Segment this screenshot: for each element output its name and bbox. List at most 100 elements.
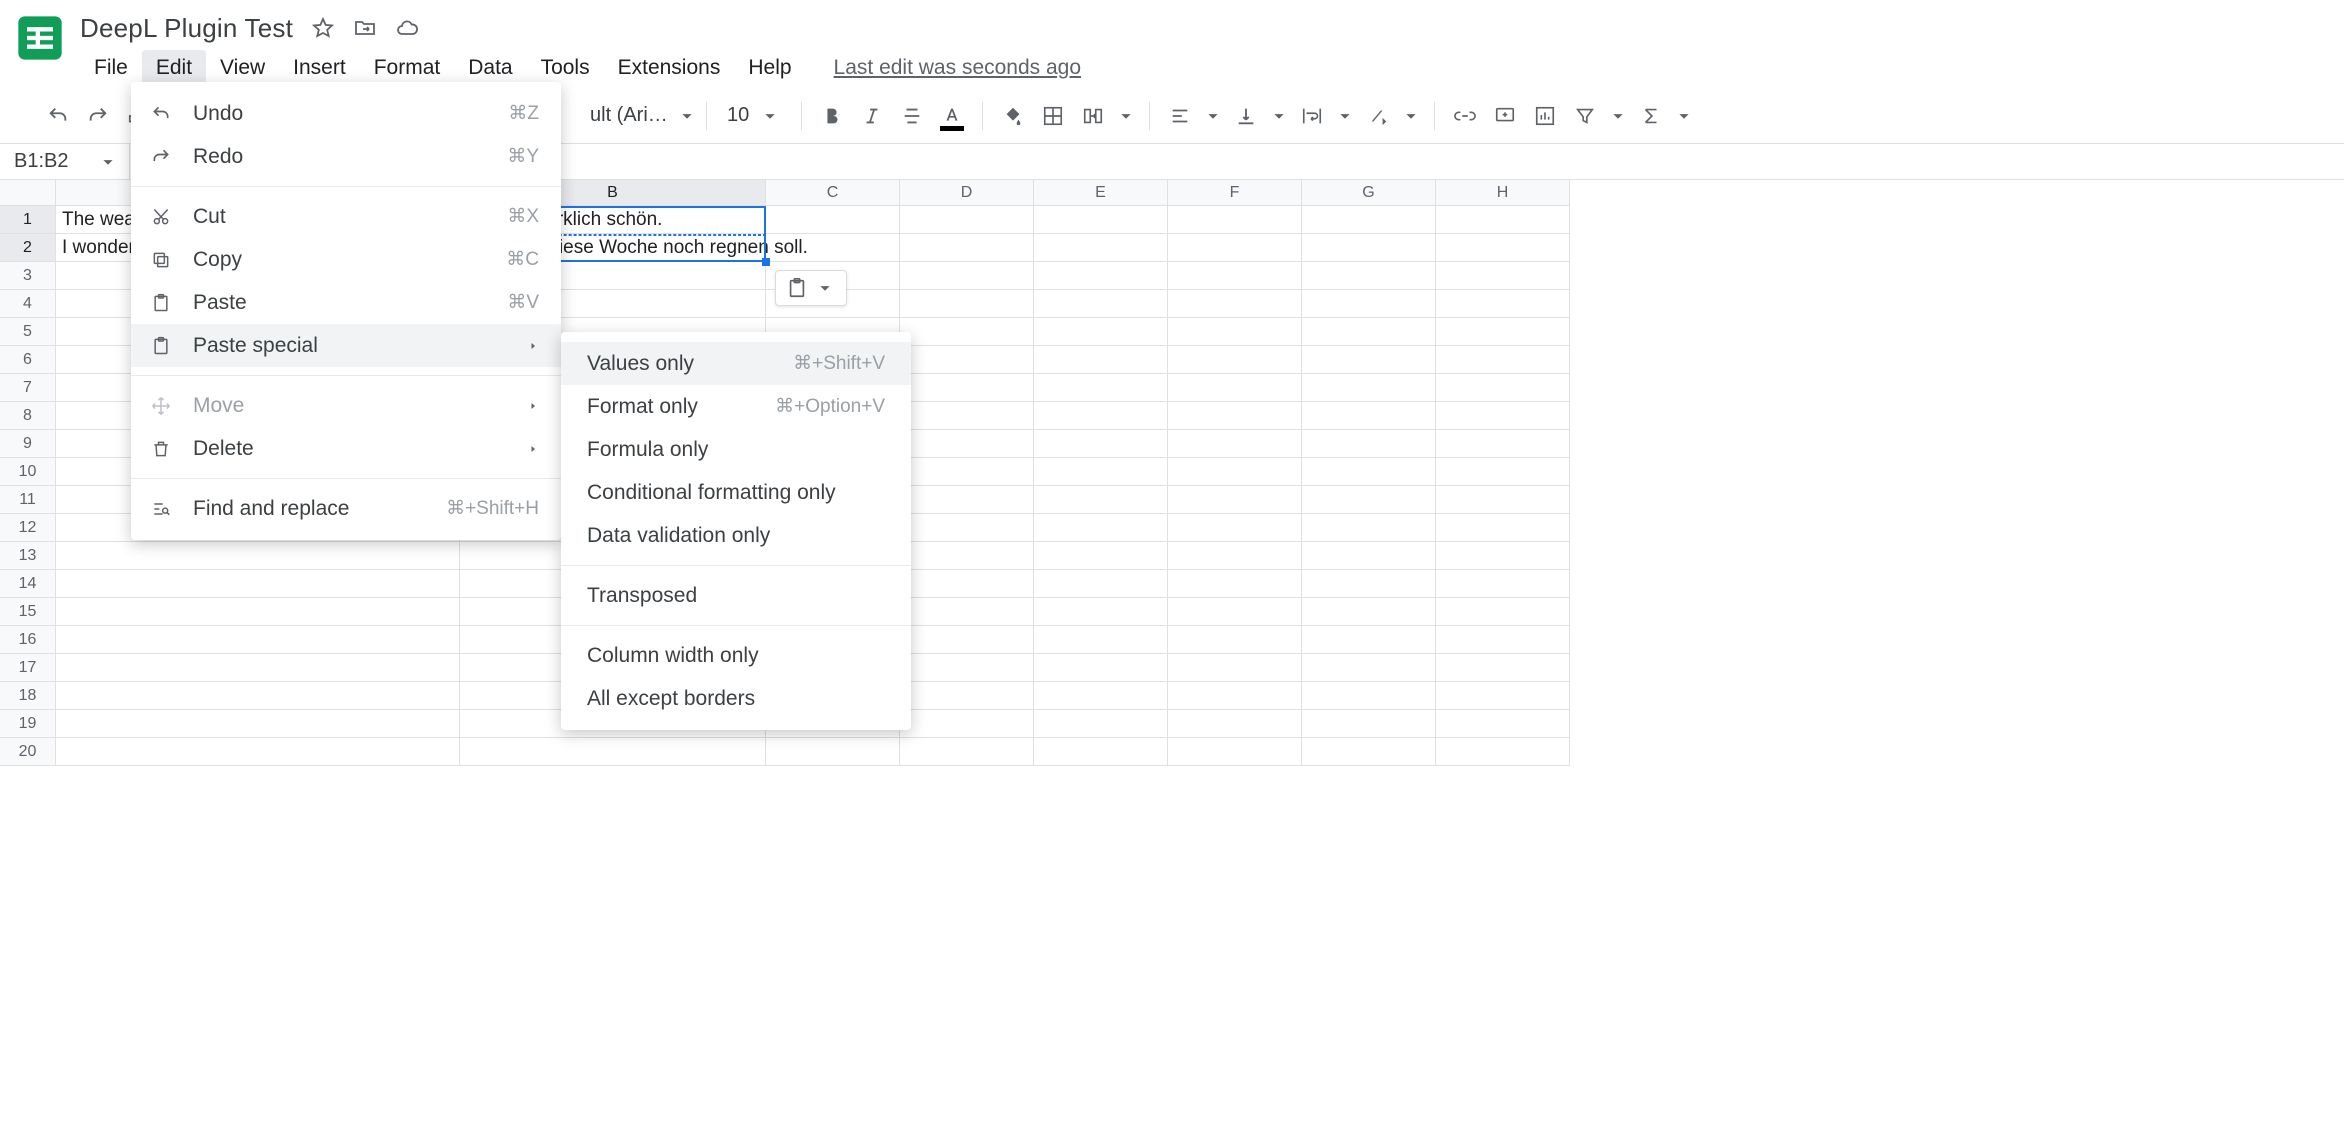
cell-D1[interactable] <box>900 206 1034 234</box>
cell-H11[interactable] <box>1436 486 1570 514</box>
row-header-7[interactable]: 7 <box>0 374 56 402</box>
edit-menu-redo[interactable]: Redo⌘Y <box>131 135 561 178</box>
cell-G1[interactable] <box>1302 206 1436 234</box>
cell-G16[interactable] <box>1302 626 1436 654</box>
filter-dropdown-icon[interactable] <box>1607 105 1629 127</box>
row-header-17[interactable]: 17 <box>0 654 56 682</box>
insert-link-button[interactable] <box>1447 98 1483 134</box>
cell-D4[interactable] <box>900 290 1034 318</box>
insert-chart-button[interactable] <box>1527 98 1563 134</box>
cell-H3[interactable] <box>1436 262 1570 290</box>
edit-menu-paste-special[interactable]: Paste special <box>131 324 561 367</box>
borders-button[interactable] <box>1035 98 1071 134</box>
cell-F5[interactable] <box>1168 318 1302 346</box>
cell-E15[interactable] <box>1034 598 1168 626</box>
menu-help[interactable]: Help <box>734 50 805 86</box>
rotate-dropdown-icon[interactable] <box>1400 105 1422 127</box>
row-header-10[interactable]: 10 <box>0 458 56 486</box>
cell-E11[interactable] <box>1034 486 1168 514</box>
cell-F17[interactable] <box>1168 654 1302 682</box>
row-header-16[interactable]: 16 <box>0 626 56 654</box>
edit-menu-delete[interactable]: Delete <box>131 427 561 470</box>
functions-dropdown-icon[interactable] <box>1673 105 1695 127</box>
cell-D12[interactable] <box>900 514 1034 542</box>
cell-E18[interactable] <box>1034 682 1168 710</box>
cell-E17[interactable] <box>1034 654 1168 682</box>
cell-H18[interactable] <box>1436 682 1570 710</box>
cell-A14[interactable] <box>56 570 460 598</box>
merge-cells-button[interactable] <box>1075 98 1111 134</box>
cell-E9[interactable] <box>1034 430 1168 458</box>
cloud-status-icon[interactable] <box>395 16 419 40</box>
text-color-button[interactable] <box>934 98 970 134</box>
cell-H1[interactable] <box>1436 206 1570 234</box>
cell-H19[interactable] <box>1436 710 1570 738</box>
menu-view[interactable]: View <box>206 50 279 86</box>
row-header-19[interactable]: 19 <box>0 710 56 738</box>
cell-F19[interactable] <box>1168 710 1302 738</box>
cell-F10[interactable] <box>1168 458 1302 486</box>
cell-F15[interactable] <box>1168 598 1302 626</box>
sheets-logo[interactable] <box>14 12 66 64</box>
cell-F8[interactable] <box>1168 402 1302 430</box>
cell-H9[interactable] <box>1436 430 1570 458</box>
cell-D8[interactable] <box>900 402 1034 430</box>
valign-dropdown-icon[interactable] <box>1268 105 1290 127</box>
cell-H5[interactable] <box>1436 318 1570 346</box>
italic-button[interactable] <box>854 98 890 134</box>
cell-G11[interactable] <box>1302 486 1436 514</box>
cell-G19[interactable] <box>1302 710 1436 738</box>
filter-button[interactable] <box>1567 98 1603 134</box>
paste-special-data-validation-only[interactable]: Data validation only <box>561 514 911 557</box>
menu-edit[interactable]: Edit <box>142 50 206 86</box>
cell-C1[interactable] <box>766 206 900 234</box>
cell-E3[interactable] <box>1034 262 1168 290</box>
cell-D11[interactable] <box>900 486 1034 514</box>
row-header-8[interactable]: 8 <box>0 402 56 430</box>
cell-D9[interactable] <box>900 430 1034 458</box>
cell-A20[interactable] <box>56 738 460 766</box>
cell-F7[interactable] <box>1168 374 1302 402</box>
cell-G9[interactable] <box>1302 430 1436 458</box>
row-header-15[interactable]: 15 <box>0 598 56 626</box>
cell-G15[interactable] <box>1302 598 1436 626</box>
menu-tools[interactable]: Tools <box>527 50 604 86</box>
cell-D2[interactable] <box>900 234 1034 262</box>
horizontal-align-button[interactable] <box>1162 98 1198 134</box>
font-family-select[interactable]: ult (Ari… <box>584 104 694 127</box>
paste-special-column-width-only[interactable]: Column width only <box>561 634 911 677</box>
cell-A13[interactable] <box>56 542 460 570</box>
row-header-12[interactable]: 12 <box>0 514 56 542</box>
wrap-dropdown-icon[interactable] <box>1334 105 1356 127</box>
row-header-6[interactable]: 6 <box>0 346 56 374</box>
cell-E10[interactable] <box>1034 458 1168 486</box>
doc-title[interactable]: DeepL Plugin Test <box>80 13 293 44</box>
menu-insert[interactable]: Insert <box>279 50 360 86</box>
text-rotate-button[interactable] <box>1360 98 1396 134</box>
cell-E4[interactable] <box>1034 290 1168 318</box>
row-header-13[interactable]: 13 <box>0 542 56 570</box>
functions-button[interactable] <box>1633 98 1669 134</box>
cell-E13[interactable] <box>1034 542 1168 570</box>
cell-E12[interactable] <box>1034 514 1168 542</box>
cell-G3[interactable] <box>1302 262 1436 290</box>
cell-A17[interactable] <box>56 654 460 682</box>
cell-E16[interactable] <box>1034 626 1168 654</box>
select-all-corner[interactable] <box>0 180 56 206</box>
cell-G2[interactable] <box>1302 234 1436 262</box>
cell-E8[interactable] <box>1034 402 1168 430</box>
cell-D15[interactable] <box>900 598 1034 626</box>
cell-G10[interactable] <box>1302 458 1436 486</box>
text-wrap-button[interactable] <box>1294 98 1330 134</box>
cell-G4[interactable] <box>1302 290 1436 318</box>
cell-F12[interactable] <box>1168 514 1302 542</box>
cell-H16[interactable] <box>1436 626 1570 654</box>
cell-H10[interactable] <box>1436 458 1570 486</box>
cell-E20[interactable] <box>1034 738 1168 766</box>
row-header-9[interactable]: 9 <box>0 430 56 458</box>
row-header-20[interactable]: 20 <box>0 738 56 766</box>
cell-B20[interactable] <box>460 738 766 766</box>
paste-special-values-only[interactable]: Values only⌘+Shift+V <box>561 342 911 385</box>
cell-F20[interactable] <box>1168 738 1302 766</box>
edit-menu-find-and-replace[interactable]: Find and replace⌘+Shift+H <box>131 487 561 530</box>
